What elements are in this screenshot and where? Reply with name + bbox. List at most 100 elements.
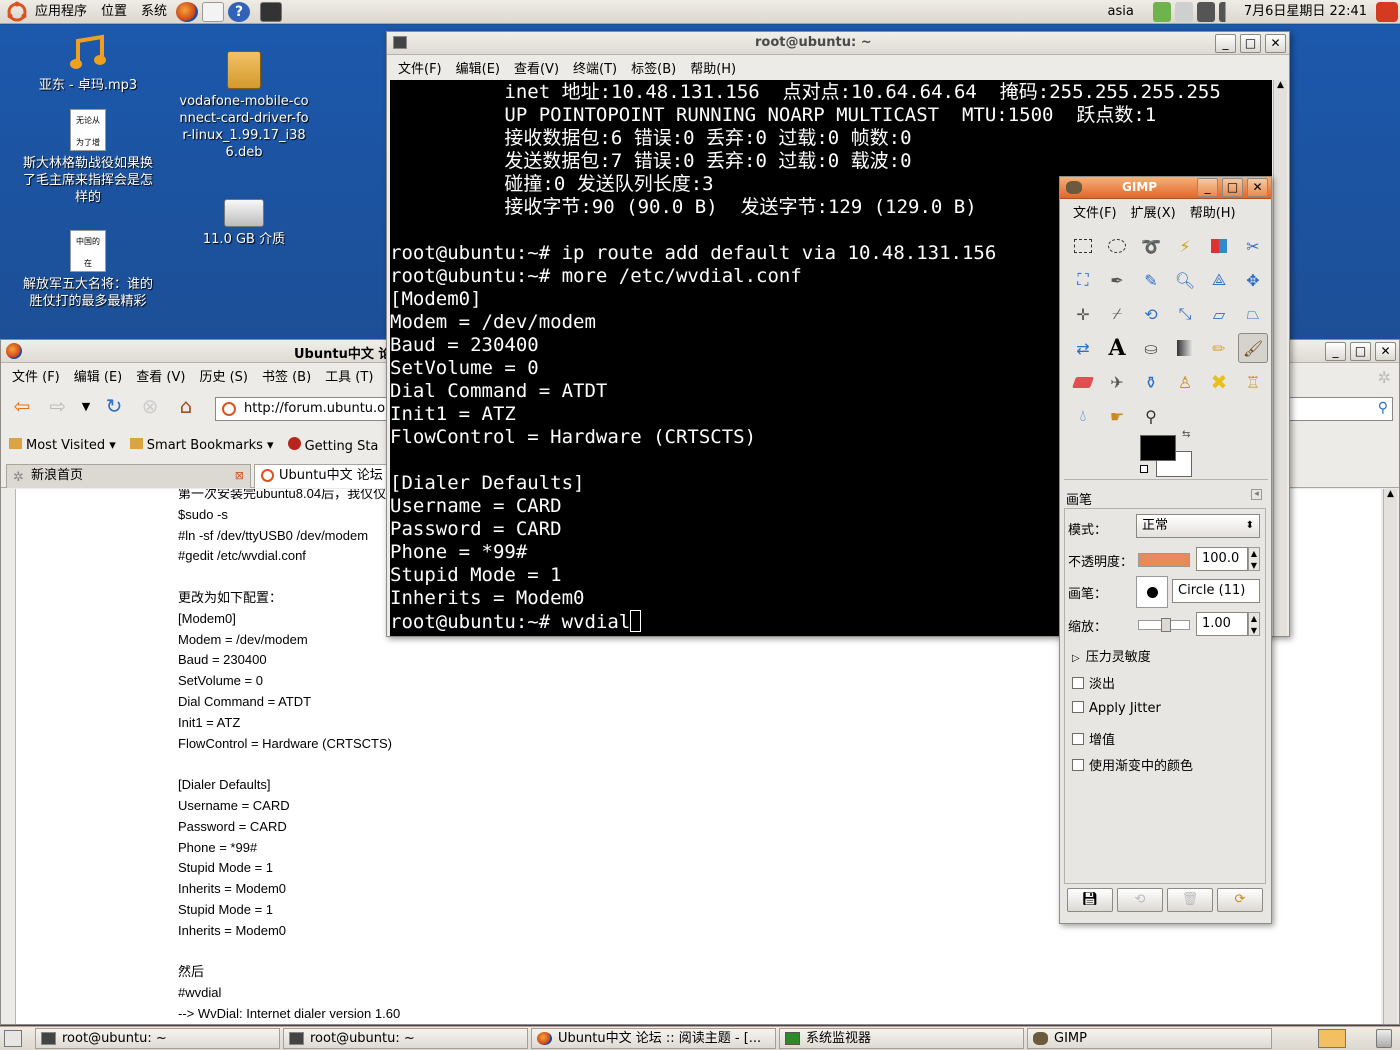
desktop-icon-drive[interactable]: 11.0 GB 介质	[184, 195, 304, 248]
brush-name-field[interactable]: Circle (11)	[1172, 579, 1260, 603]
mail-launcher-icon[interactable]	[202, 1, 225, 22]
clone-icon[interactable]: ♙	[1170, 367, 1200, 397]
desktop-icon-deb-package[interactable]: vodafone-mobile-connect-card-driver-for-…	[178, 51, 310, 161]
checkbox-box[interactable]	[1072, 759, 1084, 771]
minimize-button[interactable]: _	[1197, 178, 1218, 197]
dodge-burn-icon[interactable]: ⚲	[1136, 401, 1166, 431]
terminal-launcher-icon[interactable]	[260, 1, 283, 22]
perspective-icon[interactable]: ⏢	[1238, 299, 1268, 329]
menu-view[interactable]: 查看 (V)	[129, 366, 192, 385]
bucket-fill-icon[interactable]: ⛀	[1136, 333, 1166, 363]
save-options-button[interactable]: 💾︎	[1067, 888, 1113, 912]
forward-icon[interactable]: ⇨	[43, 392, 73, 420]
fuzzy-select-icon[interactable]: ⚡	[1170, 231, 1200, 261]
blur-icon[interactable]: 💧︎	[1068, 401, 1098, 431]
volume-icon[interactable]	[1218, 2, 1235, 22]
color-swatches[interactable]: ⇆	[1140, 429, 1196, 479]
menu-file[interactable]: 文件 (F)	[5, 366, 67, 385]
places-menu[interactable]: 位置	[94, 0, 134, 24]
stop-icon[interactable]: ⊗	[135, 392, 165, 420]
bookmark-getting-started[interactable]: Getting Sta	[287, 436, 378, 454]
checkbox-box[interactable]	[1072, 733, 1084, 745]
flip-icon[interactable]: ⇄	[1068, 333, 1098, 363]
menu-edit[interactable]: 编辑 (E)	[67, 366, 130, 385]
menu-view[interactable]: 查看(V)	[507, 58, 566, 77]
reset-options-button[interactable]: ⟳	[1217, 888, 1263, 912]
zoom-icon[interactable]: 🔍︎	[1170, 265, 1200, 295]
panel-menu-icon[interactable]: ◂	[1251, 489, 1262, 500]
taskbar-item-system-monitor[interactable]: 系统监视器	[779, 1028, 1024, 1049]
rotate-icon[interactable]: ⟲	[1136, 299, 1166, 329]
rect-select-icon[interactable]	[1068, 231, 1098, 261]
bookmark-smart-bookmarks[interactable]: Smart Bookmarks ▾	[129, 437, 274, 453]
printer-icon[interactable]	[1174, 2, 1193, 22]
taskbar-item-firefox[interactable]: Ubuntu中文 论坛 :: 阅读主题 - [...	[531, 1028, 776, 1049]
clock[interactable]: 7月6日星期日 22:41	[1237, 0, 1374, 24]
close-button[interactable]: ✕	[1375, 342, 1396, 361]
heal-icon[interactable]: ✖	[1204, 367, 1234, 397]
scale-icon[interactable]: ⤡	[1170, 299, 1200, 329]
reload-icon[interactable]: ↻	[99, 392, 129, 420]
system-menu[interactable]: 系统	[134, 0, 174, 24]
url-bar[interactable]: http://forum.ubuntu.org	[215, 397, 387, 421]
minimize-button[interactable]: _	[1215, 34, 1236, 53]
taskbar-item-terminal-2[interactable]: root@ubuntu: ~	[283, 1028, 528, 1049]
tab-sina[interactable]: ✲ 新浪首页 ⊠	[6, 464, 251, 488]
applications-menu[interactable]: 应用程序	[28, 0, 94, 24]
terminal-titlebar[interactable]: root@ubuntu: ~ _ □ ✕	[387, 32, 1289, 55]
brush-preview[interactable]	[1136, 576, 1168, 608]
foreground-color-swatch[interactable]	[1140, 435, 1176, 461]
desktop-icon-doc1[interactable]: 无论从 为了增 斯大林格勒战役如果换了毛主席来指挥会是怎样的	[20, 109, 156, 206]
menu-file[interactable]: 文件(F)	[391, 58, 449, 77]
checkbox-box[interactable]	[1072, 701, 1084, 713]
menu-history[interactable]: 历史 (S)	[192, 366, 255, 385]
scale-slider[interactable]	[1138, 618, 1190, 632]
pencil-icon[interactable]: ✏	[1204, 333, 1234, 363]
default-colors-icon[interactable]	[1140, 465, 1148, 473]
shutdown-icon[interactable]	[1376, 2, 1398, 22]
incremental-checkbox[interactable]: 增值	[1072, 729, 1115, 748]
menu-file[interactable]: 文件(F)	[1066, 202, 1124, 221]
opacity-spin-icon[interactable]: ▲ ▼	[1248, 547, 1260, 571]
tab-close-icon[interactable]: ⊠	[235, 465, 244, 487]
menu-help[interactable]: 帮助(H)	[683, 58, 743, 77]
shear-icon[interactable]: ▱	[1204, 299, 1234, 329]
ink-icon[interactable]: ⚱	[1136, 367, 1166, 397]
taskbar-item-terminal-1[interactable]: root@ubuntu: ~	[35, 1028, 280, 1049]
align-icon[interactable]: ✛	[1068, 299, 1098, 329]
scale-spin-icon[interactable]: ▲ ▼	[1248, 612, 1260, 636]
close-button[interactable]: ✕	[1247, 178, 1268, 197]
maximize-button[interactable]: □	[1350, 342, 1371, 361]
blend-icon[interactable]	[1170, 333, 1200, 363]
firefox-launcher-icon[interactable]	[176, 1, 199, 22]
show-desktop-icon[interactable]	[4, 1030, 22, 1047]
workspace-switcher[interactable]	[1318, 1029, 1346, 1048]
minimize-button[interactable]: _	[1325, 342, 1346, 361]
history-dropdown-icon[interactable]: ▼	[79, 392, 93, 420]
maximize-button[interactable]: □	[1240, 34, 1261, 53]
text-icon[interactable]: A	[1102, 333, 1132, 363]
perspective-clone-icon[interactable]: ♖	[1238, 367, 1268, 397]
gimp-titlebar[interactable]: GIMP _ □ ✕	[1060, 177, 1271, 199]
maximize-button[interactable]: □	[1222, 178, 1243, 197]
pressure-expander[interactable]: ▷ 压力灵敏度	[1072, 646, 1151, 665]
swap-colors-icon[interactable]: ⇆	[1182, 429, 1190, 440]
fade-checkbox[interactable]: 淡出	[1072, 673, 1115, 692]
move-icon[interactable]: ✥	[1238, 265, 1268, 295]
menu-bookmarks[interactable]: 书签 (B)	[255, 366, 318, 385]
foreground-select-icon[interactable]: ⛶	[1068, 265, 1098, 295]
scroll-up-arrow[interactable]: ▲	[1384, 489, 1397, 503]
bookmark-most-visited[interactable]: Most Visited ▾	[9, 437, 116, 453]
smudge-icon[interactable]: ☛	[1102, 401, 1132, 431]
network-status-icon[interactable]	[1152, 2, 1171, 22]
ubuntu-logo-icon[interactable]	[6, 1, 28, 23]
desktop-icon-doc2[interactable]: 中国的在 解放军五大名将：谁的胜仗打的最多最精彩	[20, 230, 156, 310]
eraser-icon[interactable]	[1068, 367, 1098, 397]
restore-options-button[interactable]: ⟲	[1117, 888, 1163, 912]
menu-tabs[interactable]: 标签(B)	[624, 58, 683, 77]
menu-tools[interactable]: 工具 (T)	[318, 366, 380, 385]
paths-icon[interactable]: ✒	[1102, 265, 1132, 295]
airbrush-icon[interactable]: ✈	[1102, 367, 1132, 397]
back-icon[interactable]: ⇦	[7, 392, 37, 420]
scroll-up-arrow[interactable]: ▲	[1274, 80, 1287, 94]
